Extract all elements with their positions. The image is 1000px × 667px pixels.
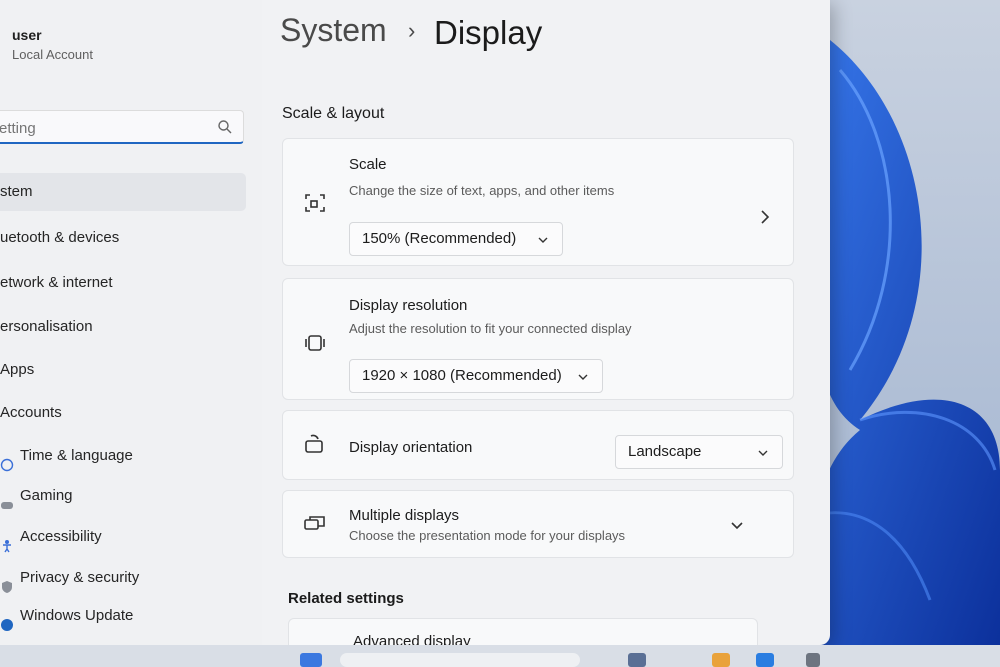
- sidebar-item-personalisation[interactable]: ersonalisation: [0, 308, 246, 346]
- file-explorer-icon[interactable]: [712, 653, 730, 667]
- sidebar-item-label: Privacy & security: [20, 569, 140, 586]
- multiple-displays-description: Choose the presentation mode for your di…: [349, 528, 626, 543]
- sidebar-item-privacy-security[interactable]: Privacy & security: [0, 559, 246, 597]
- display-orientation-title: Display orientation: [349, 439, 473, 456]
- sidebar-item-accessibility[interactable]: Accessibility: [0, 518, 246, 556]
- sidebar-item-label: Gaming: [20, 487, 73, 504]
- user-name: user: [12, 27, 42, 43]
- sidebar-item-time-language[interactable]: Time & language: [0, 437, 246, 475]
- sidebar-item-label: Windows Update: [20, 607, 134, 624]
- multiple-displays-card[interactable]: Multiple displays Choose the presentatio…: [282, 490, 794, 558]
- sidebar-item-label: stem: [0, 183, 33, 200]
- sidebar-item-system[interactable]: stem: [0, 173, 246, 211]
- chevron-right-icon[interactable]: [759, 210, 771, 224]
- display-resolution-dropdown-value: 1920 × 1080 (Recommended): [362, 367, 562, 384]
- multiple-displays-icon: [304, 516, 325, 530]
- user-account-type: Local Account: [12, 47, 93, 62]
- search-icon[interactable]: [217, 119, 233, 135]
- settings-window: user Local Account stem uetooth & device…: [0, 0, 830, 645]
- store-icon[interactable]: [756, 653, 774, 667]
- display-resolution-description: Adjust the resolution to fit your connec…: [349, 321, 632, 336]
- scale-dropdown[interactable]: 150% (Recommended): [349, 222, 563, 256]
- sidebar-item-gaming[interactable]: Gaming: [0, 477, 246, 515]
- page-title: Display: [434, 14, 543, 51]
- section-title-scale-layout: Scale & layout: [282, 105, 385, 122]
- scale-title: Scale: [349, 156, 387, 173]
- display-resolution-title: Display resolution: [349, 297, 468, 314]
- sidebar-item-windows-update[interactable]: Windows Update: [0, 597, 246, 635]
- accessibility-icon: [0, 530, 14, 553]
- sidebar-item-label: ersonalisation: [0, 318, 93, 335]
- shield-icon: [0, 571, 14, 594]
- scale-icon: [305, 194, 325, 212]
- display-resolution-dropdown[interactable]: 1920 × 1080 (Recommended): [349, 359, 603, 393]
- section-title-related-settings: Related settings: [288, 590, 404, 607]
- sidebar-item-label: Accessibility: [20, 528, 102, 545]
- display-orientation-dropdown[interactable]: Landscape: [615, 435, 783, 469]
- sidebar-item-label: Apps: [0, 361, 35, 378]
- search-input[interactable]: [0, 115, 211, 141]
- multiple-displays-title: Multiple displays: [349, 507, 460, 524]
- sidebar-item-network[interactable]: etwork & internet: [0, 264, 246, 302]
- chevron-down-icon: [758, 450, 768, 456]
- breadcrumb-separator: ›: [408, 18, 416, 43]
- chevron-down-icon: [578, 374, 588, 380]
- gamepad-icon: [0, 489, 14, 510]
- resolution-icon: [305, 335, 325, 351]
- taskbar-app-icon[interactable]: [628, 653, 646, 667]
- clock-icon: [0, 449, 14, 472]
- sidebar-item-label: uetooth & devices: [0, 229, 120, 246]
- main-content: System › Display Scale & layout Scale Ch…: [262, 0, 830, 645]
- search-box[interactable]: [0, 110, 244, 144]
- start-icon[interactable]: [300, 653, 322, 667]
- taskbar: [0, 645, 1000, 667]
- chevron-down-icon: [538, 237, 548, 243]
- update-icon: [0, 609, 14, 632]
- sidebar-item-label: Accounts: [0, 404, 62, 421]
- sidebar: user Local Account stem uetooth & device…: [0, 0, 262, 645]
- chevron-down-icon[interactable]: [731, 519, 743, 533]
- sidebar-item-accounts[interactable]: Accounts: [0, 394, 246, 432]
- scale-description: Change the size of text, apps, and other…: [349, 183, 615, 198]
- sidebar-item-label: etwork & internet: [0, 274, 113, 291]
- display-orientation-card: Display orientation Landscape: [282, 410, 794, 480]
- sidebar-item-label: Time & language: [20, 447, 133, 464]
- sidebar-item-bluetooth[interactable]: uetooth & devices: [0, 219, 246, 257]
- orientation-icon: [305, 434, 323, 453]
- display-orientation-dropdown-value: Landscape: [628, 443, 702, 460]
- settings-gear-icon[interactable]: [806, 653, 820, 667]
- scale-card[interactable]: Scale Change the size of text, apps, and…: [282, 138, 794, 266]
- display-resolution-card: Display resolution Adjust the resolution…: [282, 278, 794, 400]
- scale-dropdown-value: 150% (Recommended): [362, 230, 517, 247]
- sidebar-item-apps[interactable]: Apps: [0, 351, 246, 389]
- advanced-display-title: Advanced display: [353, 633, 471, 645]
- breadcrumb-system-link[interactable]: System: [280, 12, 387, 49]
- advanced-display-card[interactable]: Advanced display: [288, 618, 758, 645]
- taskbar-search-icon[interactable]: [340, 653, 580, 667]
